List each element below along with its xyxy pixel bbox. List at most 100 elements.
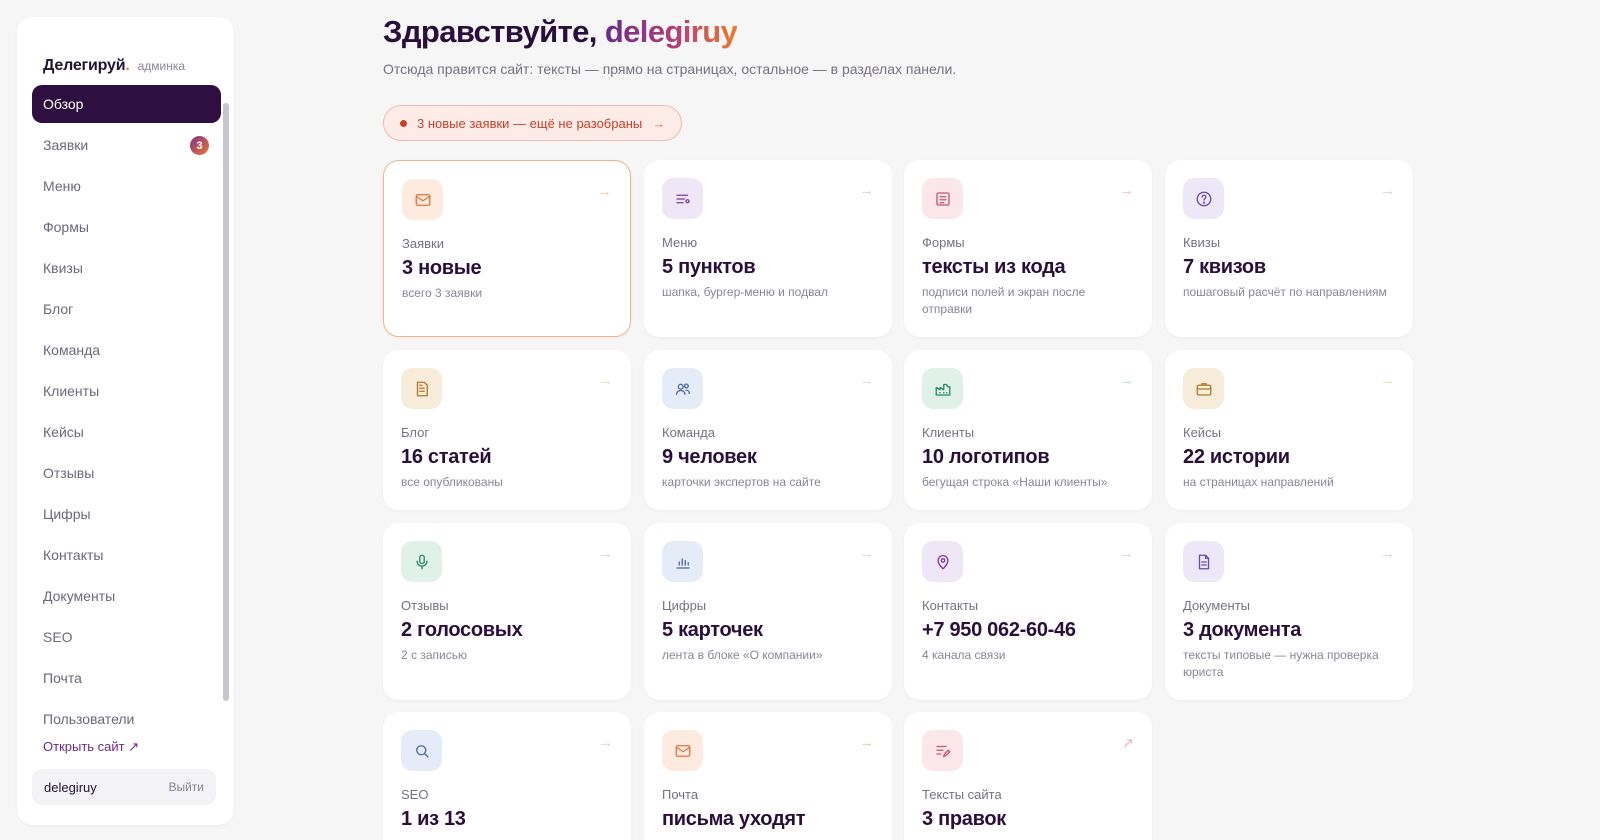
card-value: 1 из 13 [401,808,466,830]
card-label: Кейсы [1183,425,1221,440]
card-menu-list[interactable]: → Меню 5 пунктов шапка, бургер-меню и подва… [644,160,892,337]
mail-icon [402,179,443,220]
card-value: 3 правок [922,808,1006,830]
logout-button[interactable]: Выйти [168,780,204,794]
sidebar-item-blog[interactable]: Блог [32,290,221,328]
sidebar-item-forms[interactable]: Формы [32,208,221,246]
card-label: Меню [662,235,698,250]
arrow-right-icon: → [859,734,874,751]
card-label: Контакты [922,598,979,613]
sidebar-item-seo[interactable]: SEO [32,618,221,656]
sidebar-scrollbar[interactable] [223,103,229,701]
arrow-right-icon: ↗ [1121,735,1134,752]
card-label: SEO [401,787,429,802]
card-bar-chart[interactable]: → Цифры 5 карточек лента в блоке «О компани… [644,523,892,700]
new-requests-alert[interactable]: 3 новые заявки — ещё не разобраны → [383,105,682,141]
sidebar-item-quizzes[interactable]: Квизы [32,249,221,287]
card-factory[interactable]: → Клиенты 10 логотипов бегущая строка «Наши… [904,350,1152,510]
card-note: тексты типовые — нужна проверка юриста [1183,648,1379,679]
card-value: 3 новые [402,257,482,279]
user-panel: delegiruy Выйти [32,769,216,805]
microphone-icon [401,541,442,582]
menu-list-icon [662,178,703,219]
card-note: бегущая строка «Наши клиенты» [922,475,1108,489]
arrow-right-icon: → [859,182,874,199]
arrow-right-icon: → [1380,182,1395,199]
card-mail[interactable]: → Почта письма уходят [644,712,892,840]
sidebar-item-reviews[interactable]: Отзывы [32,454,221,492]
brand[interactable]: Делегируй. админка [43,57,185,75]
card-value: 10 логотипов [922,446,1050,468]
arrow-right-icon: → [598,545,613,562]
sidebar-item-documents[interactable]: Документы [32,577,221,615]
card-label: Клиенты [922,425,975,440]
card-users[interactable]: → Команда 9 человек карточки экспертов на с… [644,350,892,510]
card-value: 9 человек [662,446,757,468]
arrow-right-icon: → [1119,372,1134,389]
sidebar-item-clients[interactable]: Клиенты [32,372,221,410]
card-form[interactable]: → Формы тексты из кода подписи полей и экра… [904,160,1152,337]
sidebar-item-numbers[interactable]: Цифры [32,495,221,533]
brand-subtitle: админка [137,59,186,73]
card-mail[interactable]: → Заявки 3 новые всего 3 заявки [383,160,631,337]
card-value: 3 документа [1183,619,1302,641]
sidebar-item-contacts[interactable]: Контакты [32,536,221,574]
card-value: 5 карточек [662,619,763,641]
requests-count-badge: 3 [190,136,209,155]
card-value: 16 статей [401,446,492,468]
card-label: Формы [922,235,965,250]
mail-icon [662,730,703,771]
sidebar-item-menu[interactable]: Меню [32,167,221,205]
user-name: delegiruy [44,779,97,795]
card-question[interactable]: → Квизы 7 квизов пошаговый расчёт по направ… [1165,160,1413,337]
card-value: 5 пунктов [662,256,756,278]
page-subtitle: Отсюда правится сайт: тексты — прямо на … [383,61,957,77]
file-icon [1183,541,1224,582]
card-search[interactable]: → SEO 1 из 13 [383,712,631,840]
bar-chart-icon [662,541,703,582]
sidebar-item-mail[interactable]: Почта [32,659,221,697]
card-value: тексты из кода [922,256,1066,278]
page-title: Здравствуйте, delegiruy [383,14,738,49]
arrow-right-icon: → [598,372,613,389]
open-site-link[interactable]: Открыть сайт ↗ [43,739,139,755]
card-document[interactable]: → Блог 16 статей все опубликованы [383,350,631,510]
card-briefcase[interactable]: → Кейсы 22 истории на страницах направлений [1165,350,1413,510]
card-note: лента в блоке «О компании» [662,648,823,662]
arrow-right-icon: → [597,183,612,200]
card-note: все опубликованы [401,475,503,489]
arrow-right-icon: → [652,115,666,131]
sidebar-item-users[interactable]: Пользователи [32,700,221,737]
arrow-right-icon: → [1380,545,1395,562]
card-edit-text[interactable]: ↗ Тексты сайта 3 правок [904,712,1152,840]
document-icon [401,368,442,409]
arrow-right-icon: → [598,734,613,751]
sidebar-item-requests[interactable]: Заявки 3 [32,126,221,164]
card-label: Почта [662,787,699,802]
card-note: подписи полей и экран после отправки [922,285,1086,316]
card-label: Заявки [402,236,444,251]
sidebar: Делегируй. админка Обзор Заявки 3 Меню Фо… [17,17,234,825]
sidebar-scrollbar-thumb[interactable] [223,103,229,701]
question-icon [1183,178,1224,219]
card-label: Тексты сайта [922,787,1002,802]
card-value: 22 истории [1183,446,1290,468]
sidebar-nav: Обзор Заявки 3 Меню Формы Квизы Блог Кома… [32,85,221,737]
card-value: +7 950 062-60-46 [922,619,1076,641]
card-microphone[interactable]: → Отзывы 2 голосовых 2 с записью [383,523,631,700]
users-icon [662,368,703,409]
card-label: Квизы [1183,235,1221,250]
brand-logo: Делегируй. [43,57,130,74]
sidebar-item-overview[interactable]: Обзор [32,85,221,123]
sidebar-item-team[interactable]: Команда [32,331,221,369]
title-brand-word: delegiruy [604,14,738,49]
card-value: 2 голосовых [401,619,523,641]
map-pin-icon [922,541,963,582]
search-icon [401,730,442,771]
card-file[interactable]: → Документы 3 документа тексты типовые — ну… [1165,523,1413,700]
briefcase-icon [1183,368,1224,409]
arrow-right-icon: → [1380,372,1395,389]
card-map-pin[interactable]: → Контакты +7 950 062-60-46 4 канала связи [904,523,1152,700]
card-note: всего 3 заявки [402,286,483,300]
sidebar-item-cases[interactable]: Кейсы [32,413,221,451]
